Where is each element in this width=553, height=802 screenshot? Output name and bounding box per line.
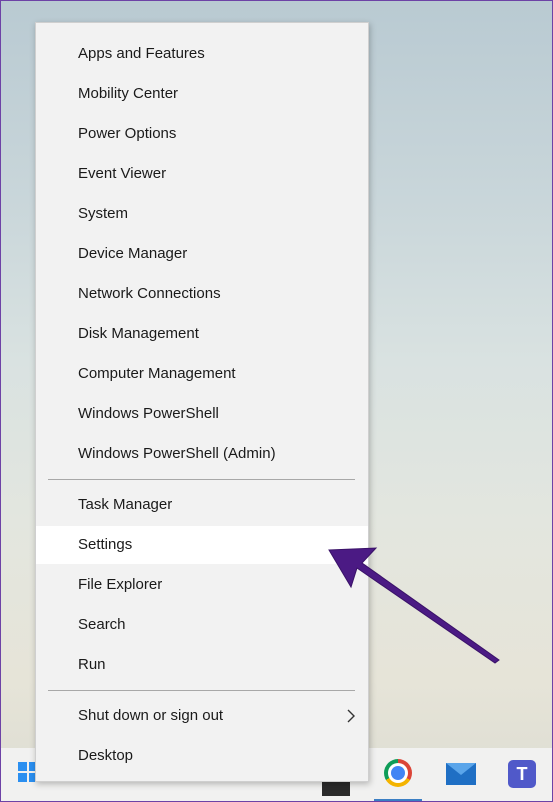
menu-item-device-manager[interactable]: Device Manager: [36, 235, 368, 273]
menu-item-label: Network Connections: [78, 285, 221, 302]
menu-item-label: Settings: [78, 536, 133, 553]
teams-icon[interactable]: T: [508, 760, 536, 788]
menu-item-label: Apps and Features: [78, 45, 205, 62]
menu-item-label: Device Manager: [78, 245, 188, 262]
menu-item-label: Search: [78, 616, 126, 633]
menu-separator: [48, 690, 355, 691]
menu-item-label: Windows PowerShell: [78, 405, 219, 422]
menu-item-label: Run: [78, 656, 106, 673]
menu-item-system[interactable]: System: [36, 195, 368, 233]
menu-item-shut-down-or-sign-out[interactable]: Shut down or sign out: [36, 697, 368, 735]
menu-item-computer-management[interactable]: Computer Management: [36, 355, 368, 393]
menu-item-label: Desktop: [78, 747, 134, 764]
menu-separator: [48, 479, 355, 480]
menu-item-label: Shut down or sign out: [78, 707, 224, 724]
menu-item-label: Mobility Center: [78, 85, 179, 102]
chrome-icon[interactable]: [384, 759, 412, 787]
menu-item-network-connections[interactable]: Network Connections: [36, 275, 368, 313]
menu-item-label: Event Viewer: [78, 165, 167, 182]
annotation-arrow-icon: [328, 547, 500, 664]
menu-item-label: Power Options: [78, 125, 177, 142]
menu-item-windows-powershell[interactable]: Windows PowerShell: [36, 395, 368, 433]
mail-icon[interactable]: [446, 763, 476, 785]
chevron-right-icon: [347, 709, 355, 723]
menu-item-apps-and-features[interactable]: Apps and Features: [36, 35, 368, 73]
menu-item-label: Computer Management: [78, 365, 236, 382]
menu-item-event-viewer[interactable]: Event Viewer: [36, 155, 368, 193]
menu-item-label: System: [78, 205, 129, 222]
menu-item-label: Task Manager: [78, 496, 173, 513]
menu-item-mobility-center[interactable]: Mobility Center: [36, 75, 368, 113]
menu-item-label: Disk Management: [78, 325, 199, 342]
menu-item-task-manager[interactable]: Task Manager: [36, 486, 368, 524]
menu-item-disk-management[interactable]: Disk Management: [36, 315, 368, 353]
menu-item-windows-powershell-admin[interactable]: Windows PowerShell (Admin): [36, 435, 368, 473]
menu-item-desktop[interactable]: Desktop: [36, 737, 368, 775]
menu-item-power-options[interactable]: Power Options: [36, 115, 368, 153]
menu-item-label: File Explorer: [78, 576, 163, 593]
menu-item-label: Windows PowerShell (Admin): [78, 445, 276, 462]
